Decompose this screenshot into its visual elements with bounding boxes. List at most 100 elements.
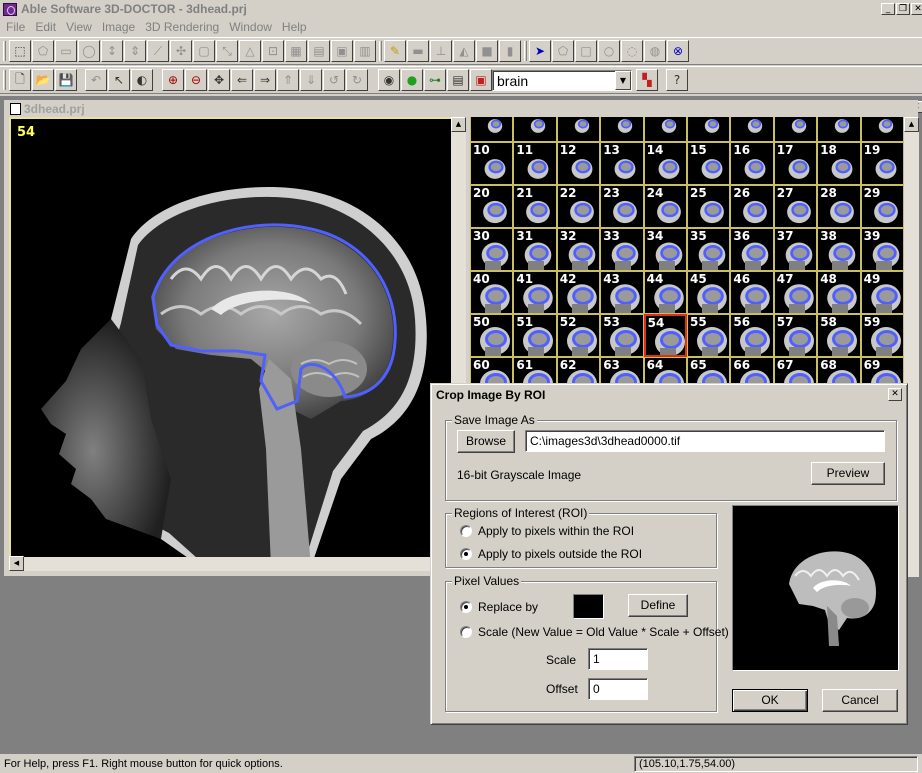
roi-outside-radio[interactable]: Apply to pixels outside the ROI [460, 547, 642, 561]
slice-thumbnail[interactable]: 51 [513, 314, 557, 357]
toolbar-grip[interactable] [3, 41, 6, 61]
chart-tool-icon[interactable]: ▥ [354, 40, 376, 62]
main-view-horizontal-scrollbar[interactable]: ◀ [9, 556, 451, 571]
slice-thumbnail[interactable]: 13 [600, 142, 644, 185]
minimize-icon[interactable]: _ [881, 3, 895, 15]
slice-thumbnail[interactable]: 27 [773, 185, 818, 228]
menu-window[interactable]: Window [224, 19, 277, 34]
slice-thumbnail[interactable]: 52 [556, 314, 601, 357]
cross-tool-icon[interactable]: ✣ [170, 40, 192, 62]
brain-render-icon[interactable]: ◉ [378, 69, 400, 91]
restore-icon[interactable]: ❐ [896, 3, 910, 15]
preview-button[interactable]: Preview [811, 462, 885, 485]
resize-tool-icon[interactable]: ⤡ [216, 40, 238, 62]
slice-thumbnail[interactable]: 21 [513, 185, 557, 228]
contrast-icon[interactable]: ◐ [131, 69, 153, 91]
scroll-up-icon[interactable]: ▲ [451, 117, 466, 132]
arrow-down-icon[interactable]: ⇓ [300, 69, 322, 91]
thumb-scroll-up-icon[interactable]: ▲ [904, 117, 919, 132]
slice-thumbnail[interactable]: 36 [730, 228, 774, 271]
slice-thumbnail[interactable] [773, 117, 818, 142]
slice-thumbnail[interactable]: 24 [643, 185, 687, 228]
ok-button[interactable]: OK [732, 689, 808, 712]
scroll-left-icon[interactable]: ◀ [9, 556, 24, 571]
arrow-up-icon[interactable]: ⇑ [277, 69, 299, 91]
slice-thumbnail[interactable] [817, 117, 861, 142]
save-path-field[interactable]: C:\images3d\3dhead0000.tif [525, 430, 885, 452]
close-icon[interactable]: ✕ [911, 3, 922, 15]
slice-thumbnail[interactable]: 46 [730, 271, 774, 314]
landscape-icon[interactable]: ◭ [453, 40, 475, 62]
browse-button[interactable]: Browse [457, 430, 515, 453]
slice-thumbnail[interactable] [687, 117, 731, 142]
box-tool-icon[interactable]: ▢ [193, 40, 215, 62]
lasso-icon[interactable]: ◌ [621, 40, 643, 62]
rotate-left-icon[interactable]: ↺ [323, 69, 345, 91]
slice-thumbnail[interactable]: 37 [773, 228, 818, 271]
slice-thumbnail[interactable]: 53 [600, 314, 644, 357]
slice-thumbnail[interactable]: 14 [643, 142, 687, 185]
square-icon[interactable]: □ [575, 40, 597, 62]
menu-image[interactable]: Image [97, 19, 140, 34]
slice-thumbnail[interactable] [643, 117, 687, 142]
triangle-tool-icon[interactable]: △ [239, 40, 261, 62]
slice-thumbnail[interactable]: 44 [643, 271, 687, 314]
help-context-icon[interactable]: ? [666, 69, 688, 91]
slice-thumbnail[interactable]: 18 [817, 142, 861, 185]
slice-thumbnail[interactable]: 49 [860, 271, 904, 314]
slice-thumbnail[interactable]: 58 [817, 314, 861, 357]
arrow-right-icon[interactable]: ⇒ [254, 69, 276, 91]
red-object-icon[interactable]: ▣ [470, 69, 492, 91]
menu-3d-rendering[interactable]: 3D Rendering [140, 19, 224, 34]
slice-thumbnail[interactable]: 22 [556, 185, 601, 228]
open-folder-icon[interactable]: 📂 [32, 69, 54, 91]
slice-thumbnail[interactable] [470, 117, 514, 142]
polygon-tool-icon[interactable]: ⬠ [32, 40, 54, 62]
select-tool-icon[interactable]: ⬚ [9, 40, 31, 62]
define-button[interactable]: Define [628, 594, 688, 617]
slice-thumbnail[interactable] [513, 117, 557, 142]
slice-thumbnail[interactable]: 10 [470, 142, 514, 185]
zoom-out-icon[interactable]: ⊖ [185, 69, 207, 91]
slice-thumbnail[interactable]: 40 [470, 271, 514, 314]
slice-thumbnail[interactable]: 30 [470, 228, 514, 271]
image-region-icon[interactable]: ▣ [331, 40, 353, 62]
slice-thumbnail[interactable]: 31 [513, 228, 557, 271]
menu-edit[interactable]: Edit [30, 19, 61, 34]
undo-icon[interactable]: ↶ [85, 69, 107, 91]
slice-thumbnail[interactable]: 16 [730, 142, 774, 185]
fill-box-icon[interactable]: ■ [476, 40, 498, 62]
horizontal-split-icon[interactable]: ⇕ [124, 40, 146, 62]
slice-thumbnail[interactable]: 32 [556, 228, 601, 271]
new-file-icon[interactable]: 🗋 [9, 69, 31, 91]
toolbar-grip-2[interactable] [3, 70, 6, 90]
slice-thumbnail[interactable]: 12 [556, 142, 601, 185]
slice-thumbnail[interactable] [730, 117, 774, 142]
slice-thumbnail[interactable] [860, 117, 904, 142]
scanner-icon[interactable]: ▬ [407, 40, 429, 62]
cancel-button[interactable]: Cancel [822, 689, 898, 712]
slice-thumbnail[interactable]: 39 [860, 228, 904, 271]
delete-shape-icon[interactable]: ⊗ [667, 40, 689, 62]
slice-thumbnail[interactable]: 57 [773, 314, 818, 357]
object-tool-icon[interactable]: ▦ [285, 40, 307, 62]
pentagon-icon[interactable]: ⬠ [552, 40, 574, 62]
slice-thumbnail[interactable]: 41 [513, 271, 557, 314]
replace-by-radio[interactable]: Replace by [460, 600, 538, 614]
slice-thumbnail[interactable]: 47 [773, 271, 818, 314]
arrow-pointer-icon[interactable]: ↖ [108, 69, 130, 91]
replace-color-swatch[interactable] [573, 594, 604, 619]
slice-thumbnail[interactable]: 19 [860, 142, 904, 185]
slice-thumbnail[interactable]: 29 [860, 185, 904, 228]
slice-thumbnail[interactable]: 43 [600, 271, 644, 314]
slice-thumbnail[interactable]: 20 [470, 185, 514, 228]
dialog-close-icon[interactable]: ✕ [888, 388, 902, 401]
chevron-down-icon[interactable]: ▼ [615, 71, 631, 90]
object-color-icon[interactable]: ▚ [636, 69, 658, 91]
roi-within-radio[interactable]: Apply to pixels within the ROI [460, 524, 634, 538]
line-tool-icon[interactable]: ⟋ [147, 40, 169, 62]
pointer-select-icon[interactable]: ➤ [529, 40, 551, 62]
slice-thumbnail[interactable] [556, 117, 601, 142]
scale-radio[interactable]: Scale (New Value = Old Value * Scale + O… [460, 625, 729, 639]
object-select-combo[interactable]: brain ▼ [492, 70, 632, 91]
